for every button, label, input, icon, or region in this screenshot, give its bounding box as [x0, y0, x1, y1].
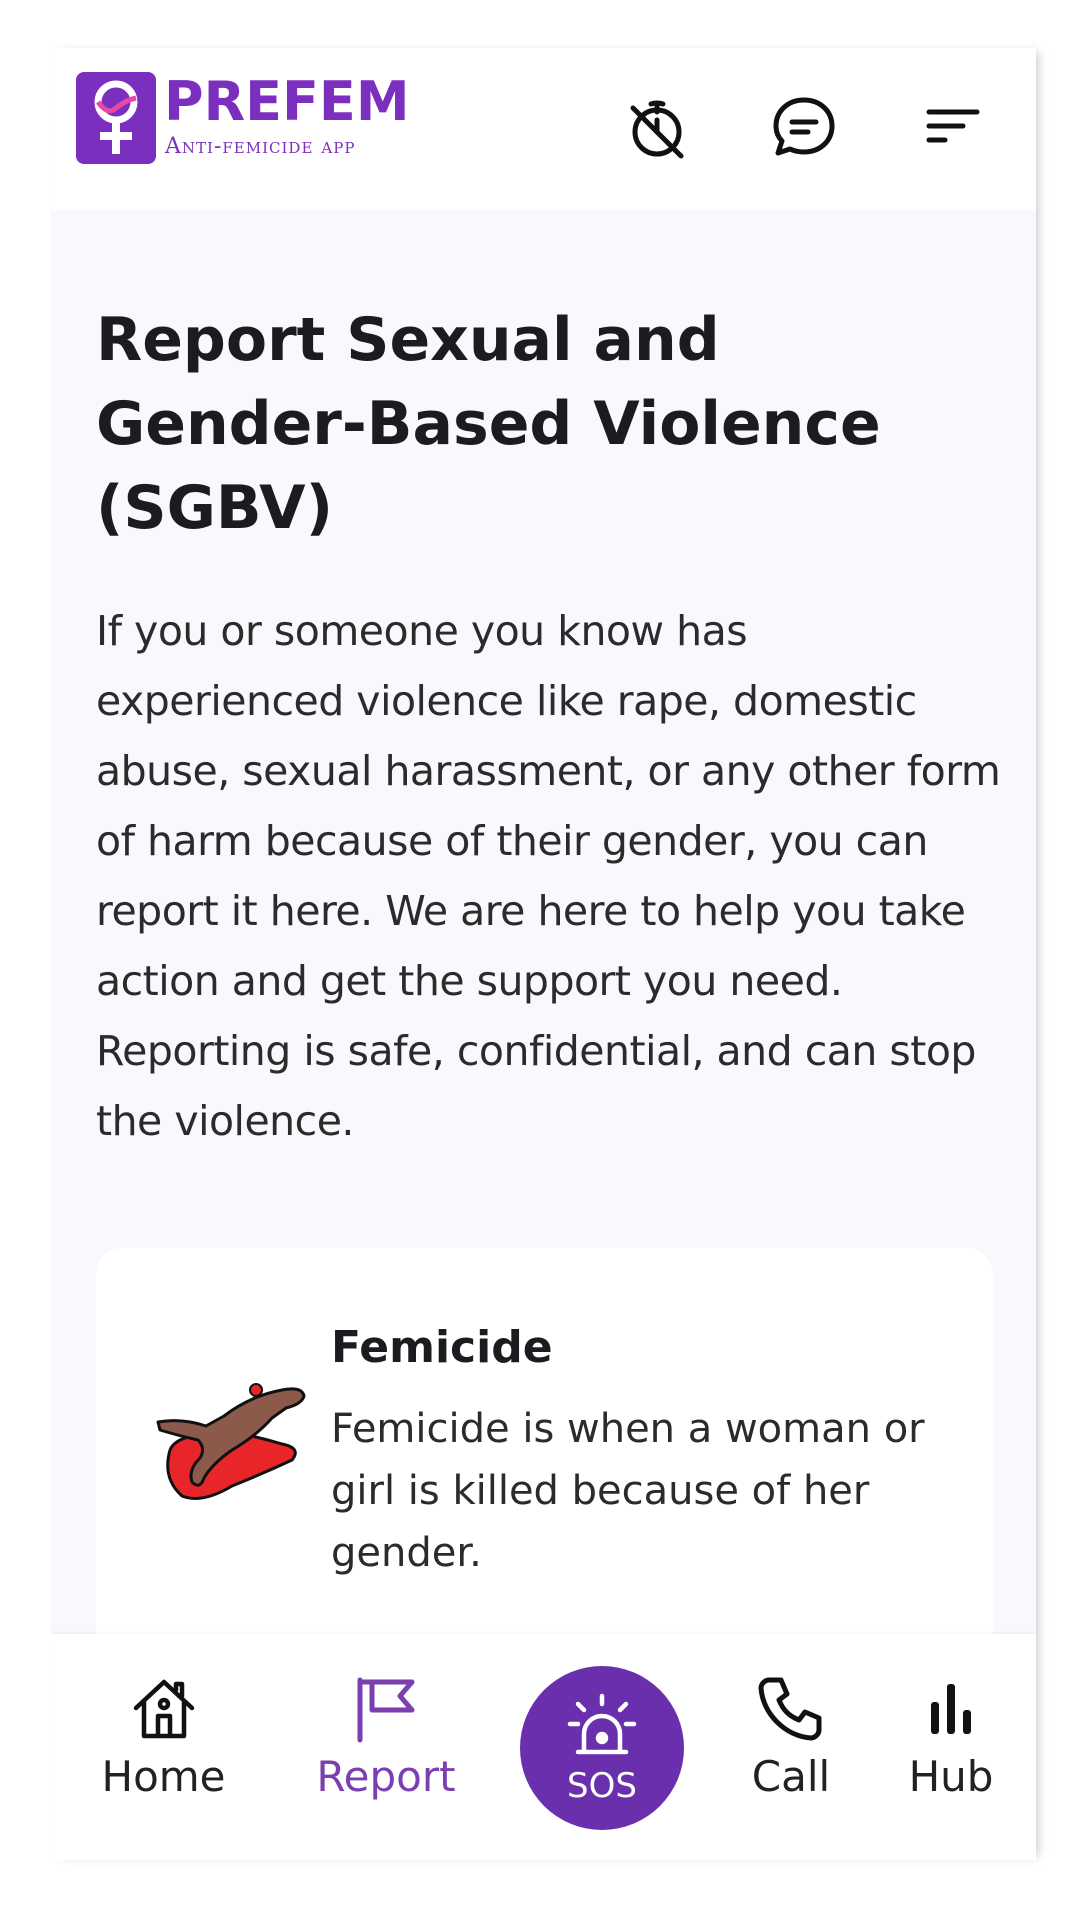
nav-home-label: Home	[101, 1752, 226, 1801]
femicide-card[interactable]: Femicide Femicide is when a woman or gir…	[96, 1248, 993, 1668]
nav-call-label: Call	[751, 1752, 831, 1801]
menu-icon[interactable]	[915, 90, 987, 162]
phone-icon	[758, 1677, 822, 1741]
nav-hub-label: Hub	[908, 1752, 994, 1801]
chat-icon[interactable]	[768, 90, 840, 162]
sos-label: SOS	[567, 1766, 637, 1806]
home-icon	[133, 1679, 194, 1739]
nav-call[interactable]: Call	[731, 1634, 851, 1860]
card-description: Femicide is when a woman or girl is kill…	[331, 1406, 925, 1576]
logo-tagline: Anti-femicide app	[165, 134, 356, 159]
bottom-navigation: Home Report SOS Call Hub	[51, 1634, 1036, 1860]
nav-report[interactable]: Report	[301, 1634, 471, 1860]
siren-icon	[567, 1693, 637, 1755]
nav-report-label: Report	[316, 1752, 456, 1801]
card-title: Femicide	[331, 1322, 553, 1373]
app-logo[interactable]: PREFEM Anti-femicide app	[76, 72, 436, 168]
nav-home[interactable]: Home	[81, 1634, 246, 1860]
logo-badge	[76, 72, 156, 164]
nav-hub[interactable]: Hub	[891, 1634, 1011, 1860]
bar-chart-icon	[931, 1684, 971, 1734]
intro-text: If you or someone you know has experienc…	[96, 607, 1001, 1145]
logo-title: PREFEM	[164, 70, 410, 133]
page-title: Report Sexual and Gender-Based Violence …	[96, 305, 881, 543]
timer-off-icon[interactable]	[621, 90, 693, 162]
sos-button[interactable]: SOS	[520, 1666, 684, 1830]
femicide-illustration-icon	[156, 1383, 306, 1500]
app-screen: PREFEM Anti-femicide app Report Sexual a…	[51, 48, 1036, 1860]
app-header: PREFEM Anti-femicide app	[51, 48, 1036, 210]
female-symbol-icon	[94, 80, 138, 154]
flag-icon	[357, 1677, 415, 1743]
